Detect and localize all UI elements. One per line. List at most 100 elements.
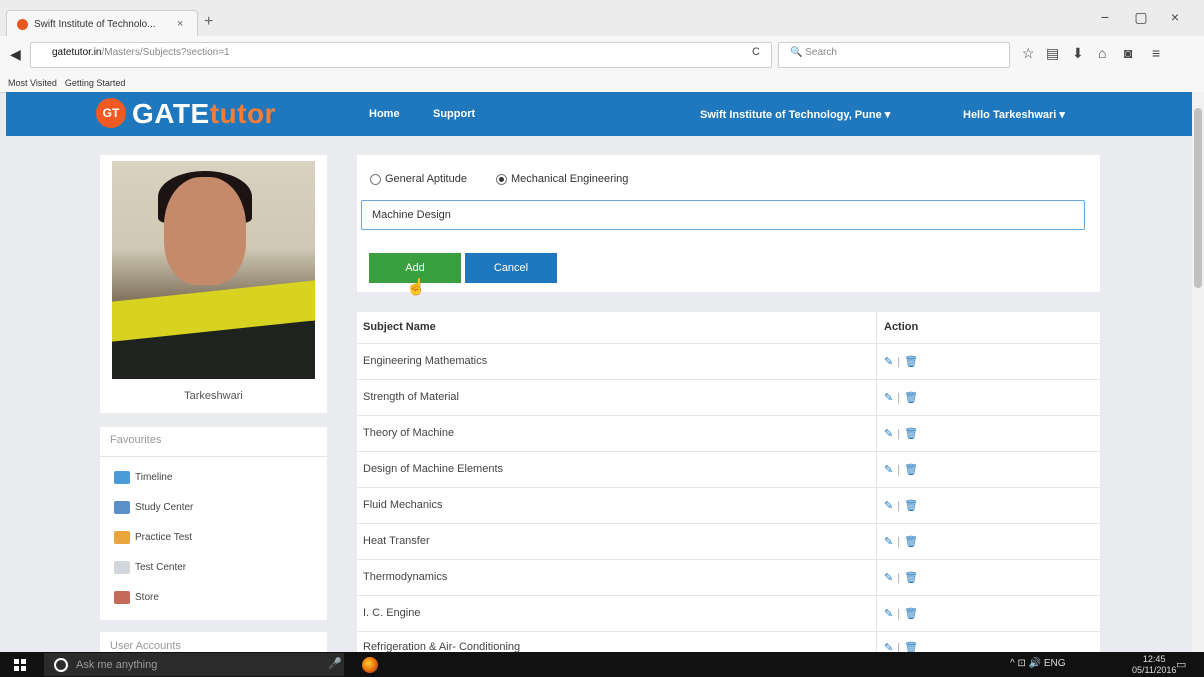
table-row-subject: Thermodynamics (363, 571, 448, 583)
table-row-subject: I. C. Engine (363, 607, 421, 619)
notification-icon[interactable]: ▭ (1176, 658, 1186, 671)
windows-start-icon[interactable] (14, 659, 26, 671)
delete-icon[interactable]: 🗑 (904, 536, 918, 548)
maximize-button[interactable]: ▢ (1126, 6, 1156, 28)
favourites-title: Favourites (110, 434, 162, 446)
bookmark-most-visited[interactable]: Most Visited (8, 78, 57, 88)
tab-title: Swift Institute of Technolo... (34, 18, 156, 30)
logo-badge[interactable]: GT (96, 98, 126, 128)
table-row-subject: Engineering Mathematics (363, 355, 488, 367)
nav-support-link[interactable]: Support (433, 108, 475, 120)
taskbar-clock[interactable]: 12:45 05/11/2016 (1132, 654, 1176, 676)
profile-username: Tarkeshwari (184, 390, 243, 402)
system-tray[interactable]: ^ ⊡ 🔊 ENG (1010, 658, 1066, 669)
fav-item-timeline[interactable]: Timeline (114, 471, 172, 484)
site-logo[interactable]: GATEtutor (132, 98, 276, 130)
subject-name-input[interactable] (361, 200, 1085, 230)
row-divider (357, 559, 1100, 560)
row-divider (357, 415, 1100, 416)
row-actions: ✎ | 🗑 (884, 356, 919, 368)
test-center-icon (114, 561, 130, 574)
menu-icon[interactable]: ≡ (1152, 45, 1160, 61)
reload-button[interactable]: C (752, 46, 760, 58)
url-text[interactable]: gatetutor.in/Masters/Subjects?section=1 (52, 47, 230, 58)
timeline-icon (114, 471, 130, 484)
row-actions: ✎ | 🗑 (884, 572, 919, 584)
delete-icon[interactable]: 🗑 (904, 500, 918, 512)
study-center-icon (114, 501, 130, 514)
row-actions: ✎ | 🗑 (884, 536, 919, 548)
browser-search-placeholder: 🔍 Search (790, 47, 837, 58)
table-row-subject: Strength of Material (363, 391, 459, 403)
edit-icon[interactable]: ✎ (884, 464, 893, 476)
cortana-icon (54, 657, 68, 672)
fav-item-store[interactable]: Store (114, 591, 159, 604)
fav-item-study-center[interactable]: Study Center (114, 501, 193, 514)
delete-icon[interactable]: 🗑 (904, 608, 918, 620)
star-icon[interactable]: ☆ (1022, 45, 1035, 62)
edit-icon[interactable]: ✎ (884, 428, 893, 440)
edit-icon[interactable]: ✎ (884, 392, 893, 404)
table-row-subject: Heat Transfer (363, 535, 430, 547)
row-actions: ✎ | 🗑 (884, 500, 919, 512)
hand-cursor-icon: ☝ (406, 279, 426, 296)
home-icon[interactable]: ⌂ (1098, 45, 1106, 61)
row-divider (357, 487, 1100, 488)
delete-icon[interactable]: 🗑 (904, 572, 918, 584)
bookmark-getting-started[interactable]: Getting Started (65, 78, 126, 88)
minimize-button[interactable]: − (1090, 6, 1120, 28)
radio-mechanical-engineering-circle[interactable] (496, 173, 507, 185)
edit-icon[interactable]: ✎ (884, 536, 893, 548)
delete-icon[interactable]: 🗑 (904, 356, 918, 368)
url-path: /Masters/Subjects?section=1 (101, 47, 230, 58)
browser-tab[interactable]: Swift Institute of Technolo... × (6, 10, 198, 37)
close-window-button[interactable]: × (1160, 6, 1190, 28)
radio-general-aptitude-circle[interactable] (370, 173, 381, 185)
institute-dropdown[interactable]: Swift Institute of Technology, Pune ▾ (700, 108, 890, 121)
table-row-subject: Theory of Machine (363, 427, 455, 439)
table-row-subject: Design of Machine Elements (363, 463, 504, 475)
url-domain: gatetutor.in (52, 47, 102, 58)
nav-home-link[interactable]: Home (369, 108, 400, 120)
new-tab-button[interactable]: + (204, 13, 213, 31)
back-arrow-icon[interactable]: ◀ (10, 46, 21, 63)
delete-icon[interactable]: 🗑 (904, 392, 918, 404)
row-divider (357, 595, 1100, 596)
bookmarks-bar: Most Visited Getting Started (0, 74, 1204, 93)
edit-icon[interactable]: ✎ (884, 500, 893, 512)
pocket-icon[interactable]: ◙ (1124, 45, 1132, 61)
profile-photo[interactable] (112, 161, 315, 379)
cancel-button[interactable]: Cancel (465, 253, 557, 283)
reading-list-icon[interactable]: ▤ (1046, 45, 1059, 62)
edit-icon[interactable]: ✎ (884, 356, 893, 368)
row-actions: ✎ | 🗑 (884, 428, 919, 440)
download-icon[interactable]: ⬇ (1072, 45, 1084, 62)
row-actions: ✎ | 🗑 (884, 392, 919, 404)
logo-tutor: tutor (209, 98, 276, 129)
edit-icon[interactable]: ✎ (884, 572, 893, 584)
column-header-subject-name: Subject Name (363, 321, 436, 333)
delete-icon[interactable]: 🗑 (904, 428, 918, 440)
user-dropdown[interactable]: Hello Tarkeshwari ▾ (963, 108, 1065, 121)
row-divider (357, 379, 1100, 380)
store-icon (114, 591, 130, 604)
row-actions: ✎ | 🗑 (884, 464, 919, 476)
row-divider (357, 523, 1100, 524)
row-actions: ✎ | 🗑 (884, 608, 919, 620)
fav-item-practice-test[interactable]: Practice Test (114, 531, 192, 544)
edit-icon[interactable]: ✎ (884, 608, 893, 620)
row-divider (357, 343, 1100, 344)
fav-item-test-center[interactable]: Test Center (114, 561, 186, 574)
logo-gate: GATE (132, 98, 210, 129)
delete-icon[interactable]: 🗑 (904, 464, 918, 476)
site-favicon-icon (17, 18, 28, 30)
firefox-taskbar-icon[interactable] (362, 657, 378, 673)
scrollbar-thumb[interactable] (1194, 108, 1202, 288)
microphone-icon[interactable]: 🎤 (328, 657, 342, 670)
tab-close-icon[interactable]: × (177, 18, 191, 30)
cortana-search-box[interactable]: Ask me anything (44, 653, 344, 676)
radio-general-aptitude[interactable]: General Aptitude (370, 173, 467, 185)
photo-face (164, 177, 246, 285)
radio-mechanical-engineering[interactable]: Mechanical Engineering (496, 173, 628, 185)
column-header-action: Action (884, 321, 919, 333)
